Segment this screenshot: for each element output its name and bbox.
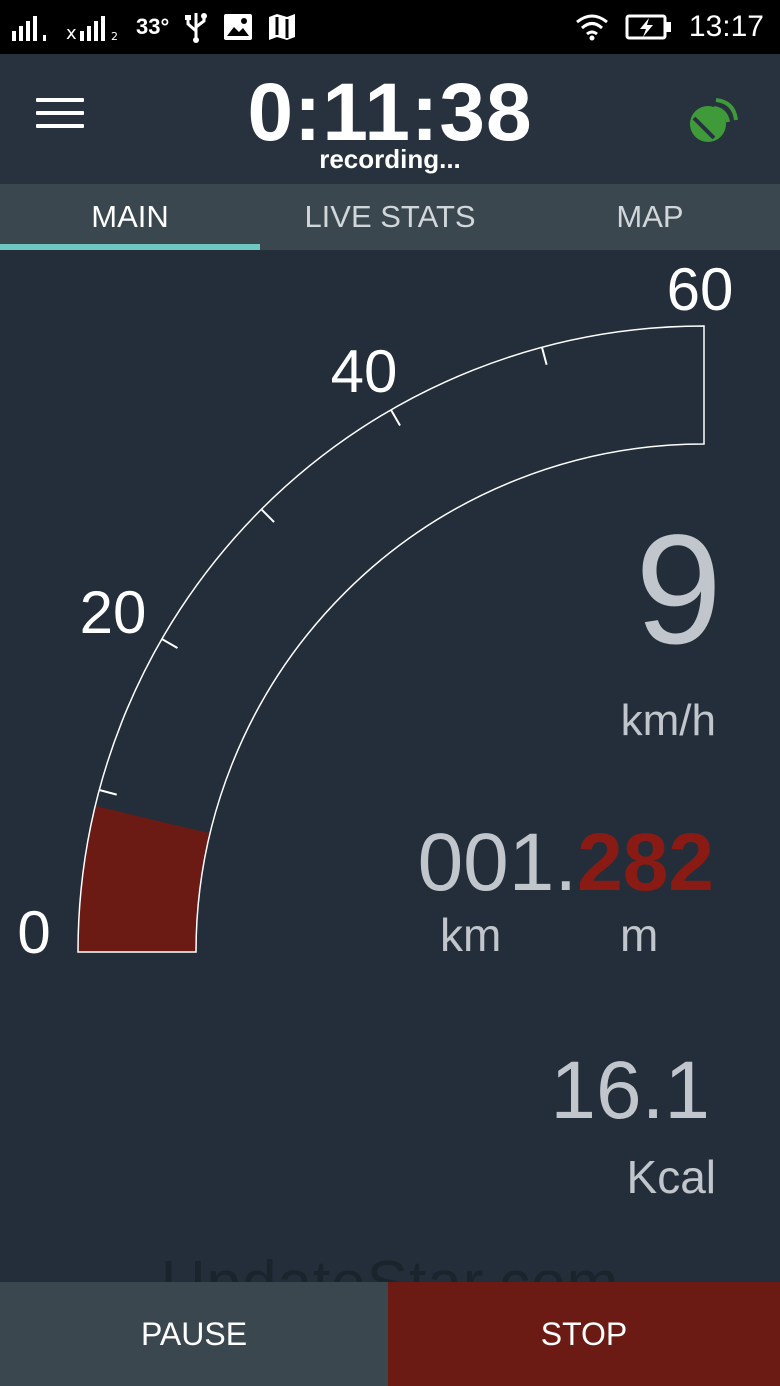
status-icons-left: x 2 33° bbox=[12, 10, 297, 44]
recording-status: recording... bbox=[319, 144, 461, 174]
distance-value: 001.282 bbox=[418, 822, 714, 904]
clock: 13:17 bbox=[688, 10, 764, 43]
distance-km-label: km bbox=[440, 909, 502, 961]
calories-unit: Kcal bbox=[626, 1151, 716, 1203]
gauge-label-20: 20 bbox=[80, 579, 147, 646]
distance-km-part: 001. bbox=[417, 817, 578, 908]
gauge-tick bbox=[541, 347, 548, 365]
distance-m-label: m bbox=[620, 909, 659, 961]
speed-gauge-fill bbox=[78, 805, 211, 952]
current-speed-value: 9 bbox=[635, 503, 722, 677]
satellite-icon bbox=[690, 98, 738, 142]
tab-live-stats[interactable]: LIVE STATS bbox=[260, 184, 520, 250]
tab-map[interactable]: MAP bbox=[520, 184, 780, 250]
app-header: 0:11:38 recording... bbox=[0, 54, 780, 184]
speed-unit: km/h bbox=[620, 696, 716, 745]
gauge-tick bbox=[161, 638, 178, 649]
gauge-label-60: 60 bbox=[667, 256, 734, 323]
tab-main[interactable]: MAIN bbox=[0, 184, 260, 250]
tab-bar: MAIN LIVE STATS MAP bbox=[0, 184, 780, 250]
battery-charging-icon bbox=[625, 14, 671, 40]
gauge-ticks bbox=[99, 347, 548, 796]
distance-m-part: 282 bbox=[577, 817, 714, 908]
svg-text:2: 2 bbox=[111, 30, 118, 41]
svg-text:x: x bbox=[66, 23, 77, 41]
usb-icon bbox=[185, 13, 208, 43]
temperature-indicator: 33° bbox=[136, 14, 170, 39]
stop-button[interactable]: STOP bbox=[388, 1282, 780, 1386]
gauge-tick bbox=[99, 789, 117, 796]
image-icon bbox=[224, 14, 253, 40]
pause-button[interactable]: PAUSE bbox=[0, 1282, 388, 1386]
gauge-label-0: 0 bbox=[17, 899, 50, 966]
calories-value: 16.1 bbox=[550, 1045, 710, 1136]
elapsed-timer: 0:11:38 bbox=[247, 67, 533, 158]
map-icon bbox=[269, 14, 296, 40]
gauge-tick bbox=[390, 409, 401, 426]
status-icons-right: 13:17 bbox=[575, 10, 764, 44]
status-bar: x 2 33° 13:17 bbox=[0, 0, 780, 54]
gauge-tick bbox=[260, 508, 275, 523]
signal-secondary-icon: x 2 bbox=[66, 16, 118, 41]
signal-icon bbox=[12, 16, 46, 41]
wifi-icon bbox=[575, 14, 608, 41]
gauge-label-40: 40 bbox=[331, 338, 398, 405]
